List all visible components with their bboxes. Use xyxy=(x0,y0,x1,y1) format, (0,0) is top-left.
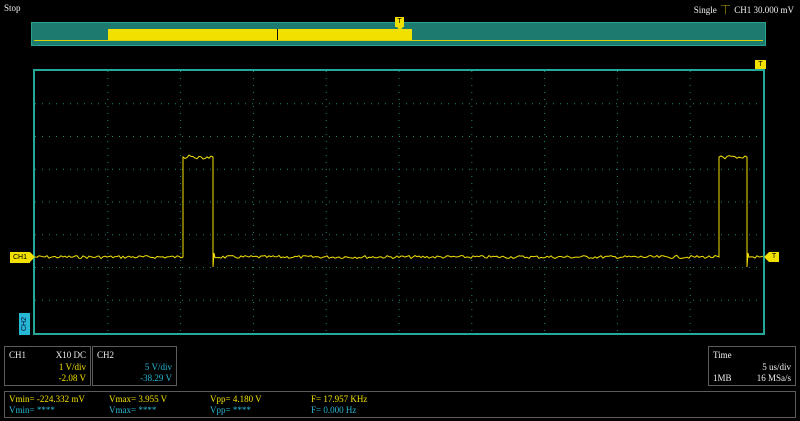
ch2-ground-marker[interactable]: CH2 xyxy=(19,313,30,335)
sample-rate: 16 MSa/s xyxy=(756,373,791,383)
rising-edge-icon: ⏉ xyxy=(720,5,730,15)
run-state[interactable]: Stop xyxy=(4,3,21,13)
ch2-settings-panel[interactable]: CH2 5 V/div -38.29 V xyxy=(92,346,177,386)
trigger-source: CH1 xyxy=(734,5,752,15)
ch2-label: CH2 xyxy=(97,350,115,360)
time-scale: 5 us/div xyxy=(762,362,791,372)
ch1-label: CH1 xyxy=(9,350,27,360)
trigger-level-marker[interactable]: T xyxy=(764,252,779,262)
overview-trace xyxy=(34,40,763,41)
ch1-scale: 1 V/div xyxy=(58,362,86,372)
ch1-vmin: Vmin= -224.332 mV xyxy=(9,394,85,404)
ch2-offset: -38.29 V xyxy=(140,373,172,383)
trigger-position-marker[interactable]: T xyxy=(395,17,404,31)
top-status-bar: Stop Single ⏉ CH1 30.000 mV xyxy=(0,0,800,18)
measurement-panel: Vmin= -224.332 mV Vmax= 3.955 V Vpp= 4.1… xyxy=(4,391,796,418)
waveform-grid xyxy=(35,71,763,333)
ch2-freq: F= 0.000 Hz xyxy=(311,405,357,415)
waveform-display[interactable] xyxy=(33,69,765,335)
trigger-mode: Single xyxy=(693,5,717,15)
ch1-ground-marker[interactable]: CH1 xyxy=(10,252,35,263)
ch2-vmin: Vmin= **** xyxy=(9,405,55,415)
ch2-scale: 5 V/div xyxy=(144,362,172,372)
ch1-settings-panel[interactable]: CH1 X10 DC 1 V/div -2.08 V xyxy=(4,346,91,386)
timebase-panel[interactable]: Time 5 us/div 1MB 16 MSa/s xyxy=(708,346,796,386)
ch2-vmax: Vmax= **** xyxy=(109,405,157,415)
ch1-vmax: Vmax= 3.955 V xyxy=(109,394,168,404)
memory-depth: 1MB xyxy=(713,373,732,383)
trigger-info[interactable]: Single ⏉ CH1 30.000 mV xyxy=(694,3,794,16)
ch1-vpp: Vpp= 4.180 V xyxy=(210,394,262,404)
ch2-vpp: Vpp= **** xyxy=(210,405,251,415)
trigger-level: 30.000 mV xyxy=(753,5,795,15)
ch1-coupling: X10 DC xyxy=(55,350,86,360)
ch1-freq: F= 17.957 KHz xyxy=(311,394,368,404)
trigger-offset-marker[interactable]: T xyxy=(755,60,766,69)
ch1-offset: -2.08 V xyxy=(58,373,86,383)
time-label: Time xyxy=(713,350,732,360)
